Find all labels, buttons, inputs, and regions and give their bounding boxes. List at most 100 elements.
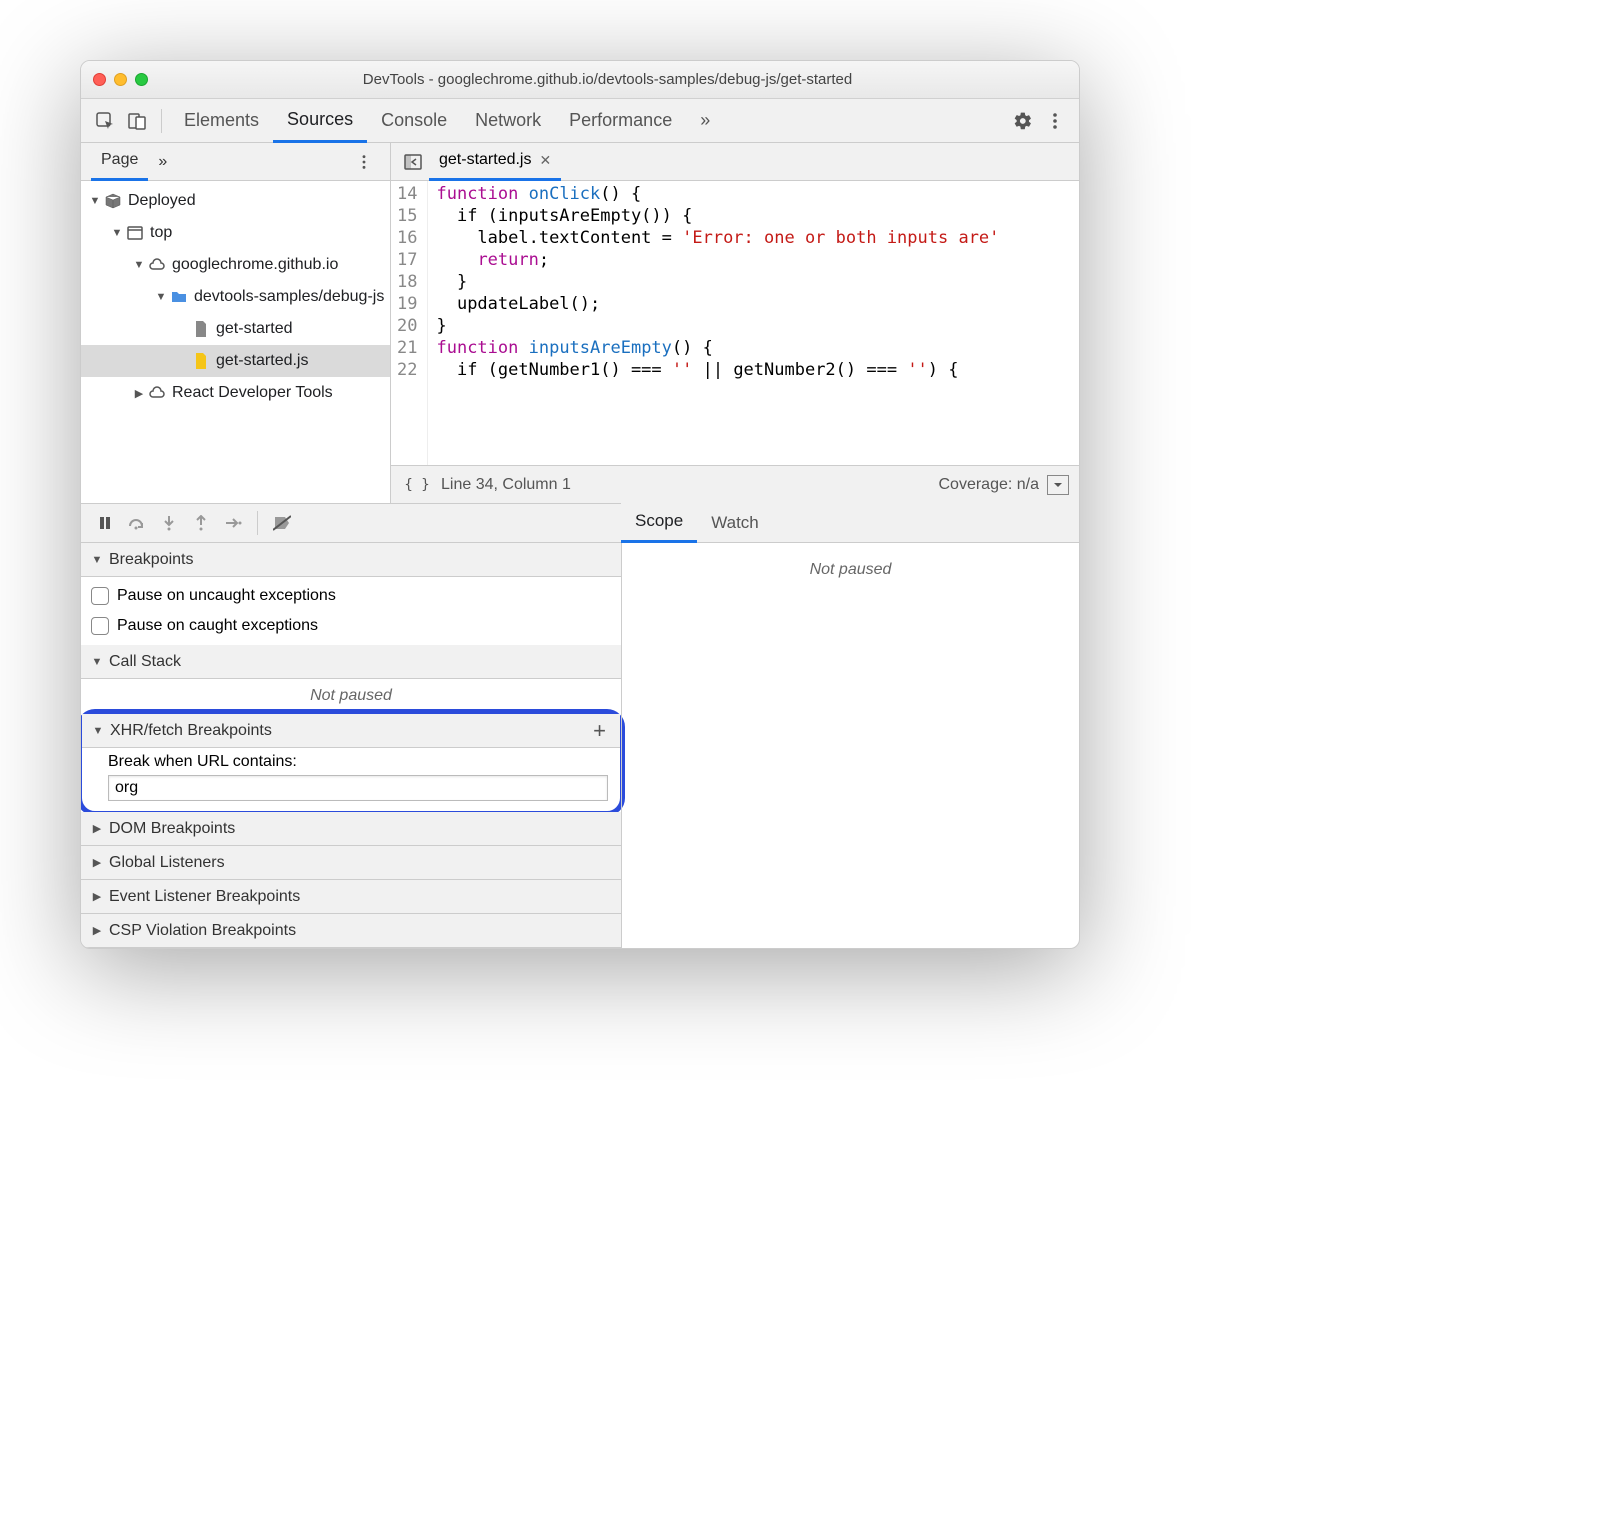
navigator-tabs-overflow[interactable]: »: [148, 143, 177, 181]
device-toolbar-icon[interactable]: [121, 105, 153, 137]
navigator-more-icon[interactable]: [348, 146, 380, 178]
tree-item[interactable]: ▼googlechrome.github.io: [81, 249, 390, 281]
tree-item-label: React Developer Tools: [172, 384, 333, 402]
callstack-section-header[interactable]: ▼ Call Stack: [81, 645, 621, 679]
close-tab-icon[interactable]: ✕: [539, 152, 551, 169]
expand-icon: ▼: [91, 656, 103, 668]
tab-performance[interactable]: Performance: [555, 99, 686, 143]
expand-icon: ▼: [89, 195, 101, 207]
tab-sources[interactable]: Sources: [273, 99, 367, 143]
collapse-icon: ▶: [91, 822, 103, 835]
xhr-section-header[interactable]: ▼ XHR/fetch Breakpoints +: [82, 714, 620, 748]
breakpoints-body: Pause on uncaught exceptions Pause on ca…: [81, 577, 621, 645]
dom-breakpoints-title: DOM Breakpoints: [109, 820, 235, 838]
xhr-input-row: Break when URL contains:: [82, 748, 620, 811]
collapse-icon: ▶: [133, 387, 145, 400]
step-out-icon[interactable]: [185, 507, 217, 539]
divider: [161, 109, 162, 133]
expand-icon: ▼: [155, 291, 167, 303]
bottom-panels: ▼ Breakpoints Pause on uncaught exceptio…: [81, 543, 1079, 948]
tab-network[interactable]: Network: [461, 99, 555, 143]
traffic-lights: [93, 73, 148, 86]
step-icon[interactable]: [217, 507, 249, 539]
line-gutter: 141516171819202122: [391, 181, 428, 465]
devtools-window: DevTools - googlechrome.github.io/devtoo…: [80, 60, 1080, 949]
expand-icon: ▼: [92, 725, 104, 737]
tree-item-label: googlechrome.github.io: [172, 256, 338, 274]
tree-item-label: top: [150, 224, 172, 242]
cloud-icon: [148, 384, 166, 402]
pause-uncaught-label: Pause on uncaught exceptions: [117, 587, 336, 605]
right-panel-tabs: Scope Watch: [621, 503, 1079, 543]
pause-caught-label: Pause on caught exceptions: [117, 617, 318, 635]
breakpoints-title: Breakpoints: [109, 551, 194, 569]
tree-item[interactable]: get-started: [81, 313, 390, 345]
tab-watch[interactable]: Watch: [697, 503, 773, 543]
navigator-tabs: Page »: [81, 143, 390, 181]
tabs-overflow-button[interactable]: »: [686, 99, 724, 143]
doc-icon: [192, 320, 210, 338]
scope-state: Not paused: [622, 543, 1079, 587]
add-xhr-breakpoint-button[interactable]: +: [593, 718, 610, 744]
debugger-left-sidebar: ▼ Breakpoints Pause on uncaught exceptio…: [81, 543, 621, 948]
csp-violation-breakpoints-header[interactable]: ▶ CSP Violation Breakpoints: [81, 914, 621, 948]
tree-item[interactable]: ▼Deployed: [81, 185, 390, 217]
inspect-element-icon[interactable]: [89, 105, 121, 137]
tree-item-label: devtools-samples/debug-js: [194, 288, 384, 306]
callstack-state: Not paused: [81, 679, 621, 713]
file-tree[interactable]: ▼Deployed▼top▼googlechrome.github.io▼dev…: [81, 181, 390, 409]
collapse-icon: ▶: [91, 890, 103, 903]
deactivate-breakpoints-icon[interactable]: [266, 507, 298, 539]
editor-tab-get-started-js[interactable]: get-started.js ✕: [429, 143, 561, 181]
pause-uncaught-row[interactable]: Pause on uncaught exceptions: [91, 581, 611, 611]
breakpoints-section-header[interactable]: ▼ Breakpoints: [81, 543, 621, 577]
step-into-icon[interactable]: [153, 507, 185, 539]
pretty-print-icon[interactable]: { }: [401, 469, 433, 501]
minimize-window-button[interactable]: [114, 73, 127, 86]
folder-icon: [170, 288, 188, 306]
zoom-window-button[interactable]: [135, 73, 148, 86]
close-window-button[interactable]: [93, 73, 106, 86]
titlebar: DevTools - googlechrome.github.io/devtoo…: [81, 61, 1079, 99]
csp-violation-breakpoints-title: CSP Violation Breakpoints: [109, 922, 296, 940]
tree-item[interactable]: ▶ React Developer Tools: [81, 377, 390, 409]
main-toolbar: ElementsSourcesConsoleNetworkPerformance…: [81, 99, 1079, 143]
coverage-status: Coverage: n/a: [938, 476, 1039, 494]
settings-gear-icon[interactable]: [1007, 105, 1039, 137]
pause-caught-row[interactable]: Pause on caught exceptions: [91, 611, 611, 641]
more-menu-icon[interactable]: [1039, 105, 1071, 137]
debugger-toolbar: [81, 503, 621, 543]
tab-console[interactable]: Console: [367, 99, 461, 143]
checkbox-icon[interactable]: [91, 587, 109, 605]
global-listeners-header[interactable]: ▶ Global Listeners: [81, 846, 621, 880]
pause-icon[interactable]: [89, 507, 121, 539]
code-editor[interactable]: 141516171819202122 function onClick() { …: [391, 181, 1079, 465]
expand-icon: ▼: [91, 554, 103, 566]
js-icon: [192, 352, 210, 370]
show-navigator-icon[interactable]: [397, 146, 429, 178]
step-over-icon[interactable]: [121, 507, 153, 539]
event-listener-breakpoints-header[interactable]: ▶ Event Listener Breakpoints: [81, 880, 621, 914]
tree-item[interactable]: ▼ top: [81, 217, 390, 249]
editor-tabs: get-started.js ✕: [391, 143, 1079, 181]
expand-icon: ▼: [111, 227, 123, 239]
coverage-dropdown-icon[interactable]: [1047, 475, 1069, 495]
xhr-title: XHR/fetch Breakpoints: [110, 722, 272, 740]
dom-breakpoints-header[interactable]: ▶ DOM Breakpoints: [81, 812, 621, 846]
cursor-position: Line 34, Column 1: [441, 476, 571, 494]
xhr-url-input[interactable]: [108, 775, 608, 801]
checkbox-icon[interactable]: [91, 617, 109, 635]
source-code[interactable]: function onClick() { if (inputsAreEmpty(…: [428, 181, 999, 465]
xhr-breakpoints-highlight: ▼ XHR/fetch Breakpoints + Break when URL…: [80, 709, 625, 816]
tree-item[interactable]: get-started.js: [81, 345, 390, 377]
editor-statusbar: { } Line 34, Column 1 Coverage: n/a: [391, 465, 1079, 503]
content-area: Page » ▼Deployed▼top▼googlechrome.github…: [81, 143, 1079, 503]
divider: [257, 511, 258, 535]
navigator-tab-page[interactable]: Page: [91, 143, 148, 181]
tree-item[interactable]: ▼ devtools-samples/debug-js: [81, 281, 390, 313]
tab-elements[interactable]: Elements: [170, 99, 273, 143]
editor-pane: get-started.js ✕ 141516171819202122 func…: [391, 143, 1079, 503]
tab-scope[interactable]: Scope: [621, 503, 697, 543]
window-title: DevTools - googlechrome.github.io/devtoo…: [148, 71, 1067, 88]
navigator-pane: Page » ▼Deployed▼top▼googlechrome.github…: [81, 143, 391, 503]
